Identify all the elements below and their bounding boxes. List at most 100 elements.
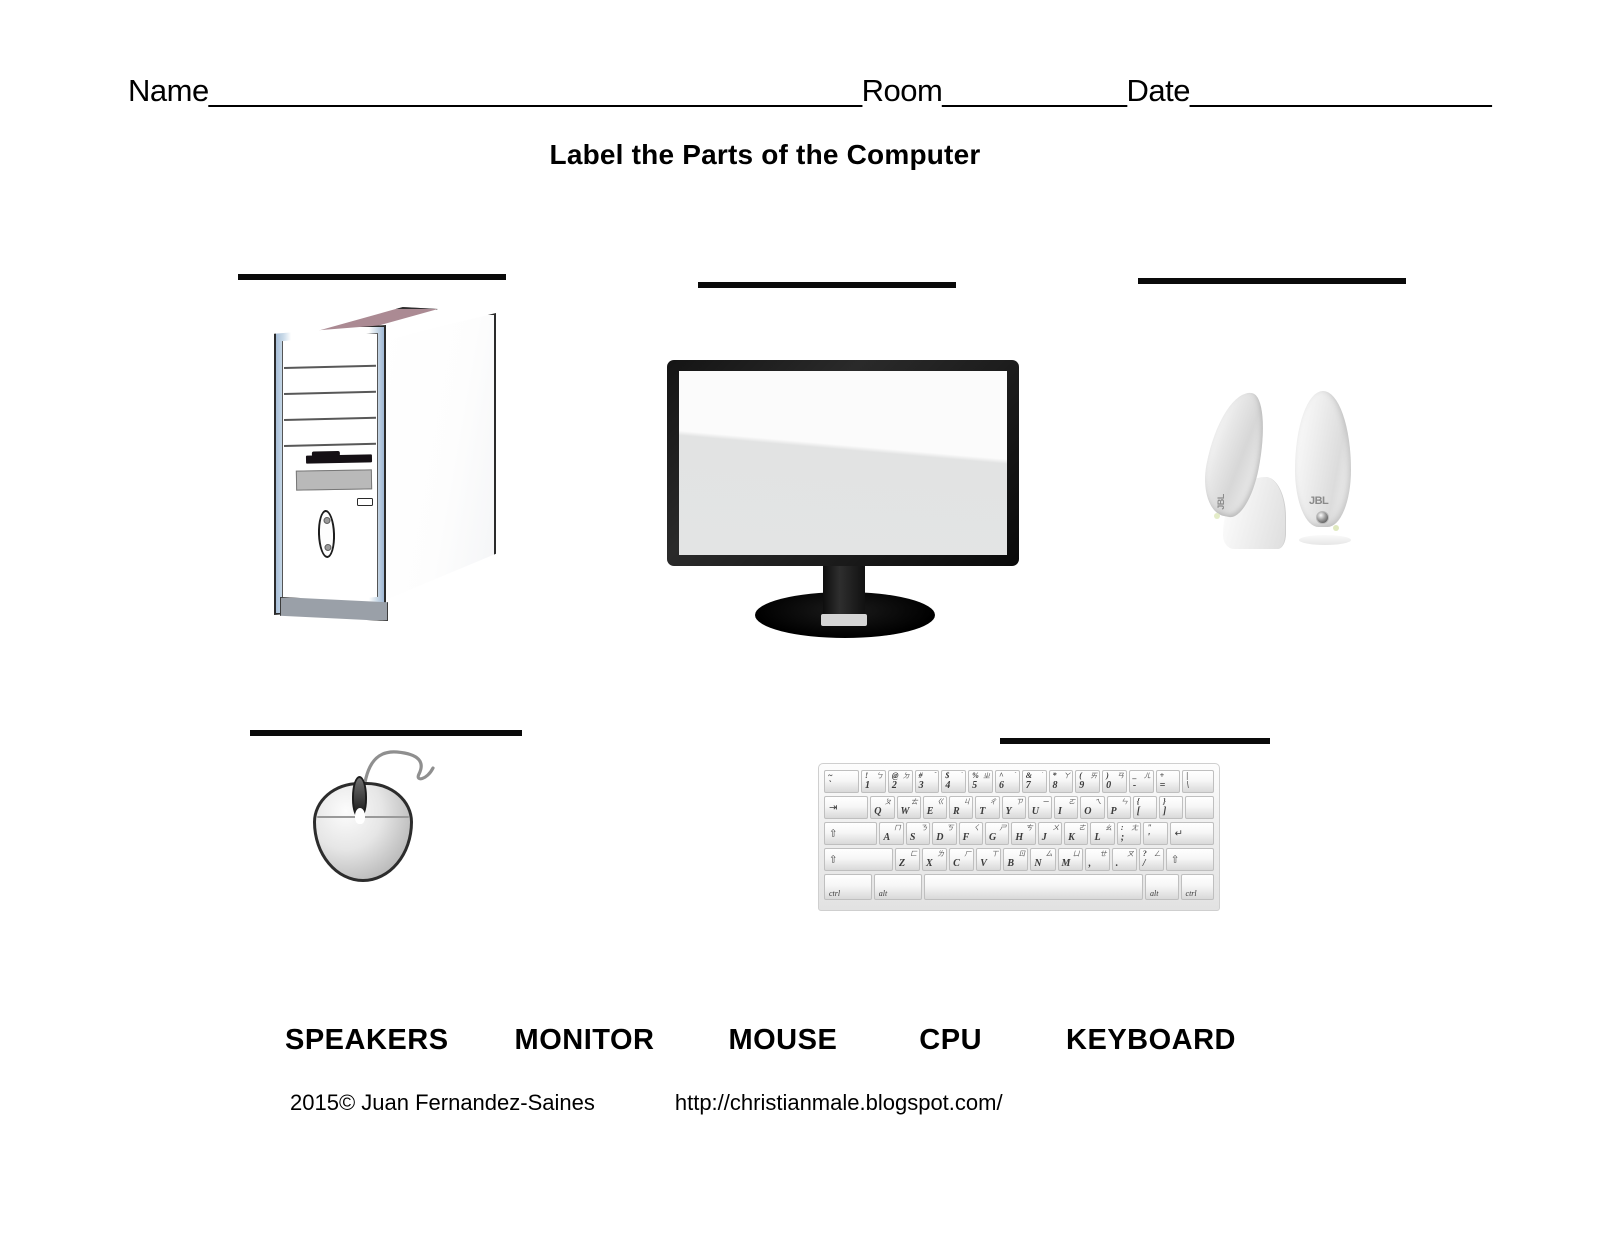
word-bank-item-monitor[interactable]: MONITOR: [515, 1024, 655, 1057]
key-r[interactable]: ㄐR: [949, 796, 974, 819]
key-ctrl[interactable]: ctrl: [1180, 874, 1215, 900]
key-0[interactable]: ) ㄢ 0: [1102, 770, 1127, 793]
key-ctrl[interactable]: ctrl: [824, 874, 872, 900]
key-u[interactable]: ㄧU: [1027, 796, 1053, 819]
answer-blank-monitor[interactable]: [698, 282, 956, 288]
key-special[interactable]: ⇧: [824, 848, 893, 871]
key-primary-legend: 0: [1106, 780, 1112, 791]
key-s[interactable]: ㄋS: [905, 822, 931, 845]
key-special[interactable]: ↵: [1169, 822, 1215, 845]
key-l[interactable]: ㄠL: [1090, 822, 1115, 845]
key-space[interactable]: [923, 874, 1144, 900]
key-t[interactable]: ㄔT: [975, 796, 1000, 819]
key-j[interactable]: ㄨJ: [1037, 822, 1063, 845]
key-special[interactable]: ⇥: [824, 796, 869, 819]
key-[interactable]: }]: [1159, 796, 1184, 819]
key-d[interactable]: ㄎD: [932, 822, 957, 845]
right-speaker-volume-knob[interactable]: [1316, 511, 1329, 524]
key-[interactable]: ~ `: [824, 770, 860, 793]
key-alt-legend: ㄒ: [991, 850, 999, 858]
key-alt[interactable]: alt: [873, 874, 922, 900]
key-alt-legend: ㄨ: [1052, 824, 1060, 832]
key-[interactable]: | \: [1182, 770, 1215, 793]
key-6[interactable]: ^ ˊ 6: [994, 770, 1020, 793]
key-alt-legend: ㄣ: [1120, 798, 1128, 806]
key-primary-legend: Q: [874, 806, 882, 817]
key-space[interactable]: [1185, 796, 1214, 819]
room-blank-rule[interactable]: ___________: [942, 73, 1127, 108]
key-alt-legend: ㄜ: [1078, 824, 1086, 832]
keyboard-row-qwerty: ⇥ ㄆ Q ㄊ W ㄍ E ㄐ R ㄔ T ㄗ Y ㄧ U ㄛ I ㄟ O ㄣ P{[}]: [824, 796, 1214, 819]
key-4[interactable]: $ ˋ 4: [941, 770, 967, 793]
key-primary-legend: H: [1015, 832, 1024, 843]
key-[interactable]: _ ㄦ -: [1128, 770, 1154, 793]
monitor-screen: [679, 371, 1007, 555]
room-label: Room: [861, 73, 943, 108]
key-e[interactable]: ㄍE: [922, 796, 948, 819]
key-h[interactable]: ㄘH: [1011, 822, 1036, 845]
key-w[interactable]: ㄊW: [896, 796, 921, 819]
key-o[interactable]: ㄟO: [1080, 796, 1105, 819]
key-[interactable]: : ㄤ;: [1116, 822, 1142, 845]
answer-blank-keyboard[interactable]: [1000, 738, 1270, 744]
key-shift-legend: %: [972, 771, 979, 780]
key-primary-legend: 7: [1025, 780, 1031, 791]
key-alt-legend: ˊ: [1014, 771, 1017, 779]
key-alt-legend: ㄝ: [1099, 850, 1107, 858]
word-bank-item-keyboard[interactable]: KEYBOARD: [1066, 1024, 1236, 1057]
key-[interactable]: ? ㄥ /: [1138, 848, 1164, 871]
key-f[interactable]: ㄑF: [958, 822, 983, 845]
key-m[interactable]: ㄩM: [1057, 848, 1083, 871]
key-primary-legend: J: [1041, 832, 1047, 843]
copyright-credit: 2015© Juan Fernandez-Saines: [290, 1090, 595, 1115]
key-q[interactable]: ㄆQ: [870, 796, 895, 819]
key-z[interactable]: ㄈZ: [894, 848, 921, 871]
key-a[interactable]: ㄇA: [879, 822, 904, 845]
answer-blank-cpu[interactable]: [238, 274, 506, 280]
key-primary-legend: `: [828, 780, 832, 791]
word-bank-item-cpu[interactable]: CPU: [919, 1024, 982, 1057]
key-7[interactable]: & ˙ 7: [1021, 770, 1047, 793]
name-blank-rule[interactable]: _______________________________________: [209, 73, 862, 108]
key-n[interactable]: ㄙN: [1030, 848, 1056, 871]
key-primary-legend: O: [1084, 806, 1092, 817]
key-[interactable]: + =: [1155, 770, 1181, 793]
answer-blank-mouse[interactable]: [250, 730, 522, 736]
key-g[interactable]: ㄕG: [984, 822, 1010, 845]
key-c[interactable]: ㄏC: [949, 848, 975, 871]
word-bank-item-speakers[interactable]: SPEAKERS: [285, 1024, 449, 1057]
key-i[interactable]: ㄛI: [1054, 796, 1079, 819]
key-[interactable]: ㄝ,: [1084, 848, 1110, 871]
key-1[interactable]: ! ㄅ 1: [861, 770, 886, 793]
key-[interactable]: ㄡ.: [1111, 848, 1137, 871]
key-x[interactable]: ㄌX: [922, 848, 948, 871]
key-p[interactable]: ㄣP: [1106, 796, 1131, 819]
key-alt-legend: ㄖ: [1018, 850, 1026, 858]
key-alt[interactable]: alt: [1145, 874, 1179, 900]
blog-url[interactable]: http://christianmale.blogspot.com/: [675, 1090, 1003, 1116]
key-[interactable]: {[: [1132, 796, 1158, 819]
worksheet-page: Name____________________________________…: [0, 0, 1600, 1236]
key-primary-legend: ,: [1088, 858, 1092, 869]
cpu-reset-button[interactable]: [357, 498, 373, 506]
key-8[interactable]: * ㄚ 8: [1048, 770, 1074, 793]
date-blank-rule[interactable]: __________________: [1190, 73, 1492, 108]
answer-blank-speakers[interactable]: [1138, 278, 1406, 284]
key-shift-legend: _: [1132, 771, 1137, 780]
word-bank-item-mouse[interactable]: MOUSE: [728, 1024, 837, 1057]
key-b[interactable]: ㄖB: [1003, 848, 1029, 871]
key-v[interactable]: ㄒV: [976, 848, 1002, 871]
key-shift-legend: &: [1025, 771, 1032, 780]
key-primary-legend: .: [1115, 858, 1119, 869]
key-3[interactable]: # ˇ 3: [914, 770, 940, 793]
key-special[interactable]: ⇧: [1165, 848, 1215, 871]
key-[interactable]: " ': [1143, 822, 1168, 845]
key-shift-legend: ?: [1142, 849, 1147, 858]
key-2[interactable]: @ ㄉ 2: [887, 770, 913, 793]
key-primary-legend: B: [1007, 858, 1014, 869]
key-5[interactable]: % ㄓ 5: [968, 770, 993, 793]
key-9[interactable]: (ㄞ 9: [1075, 770, 1101, 793]
key-special[interactable]: ⇧: [824, 822, 878, 845]
key-k[interactable]: ㄜK: [1064, 822, 1089, 845]
key-y[interactable]: ㄗY: [1001, 796, 1026, 819]
